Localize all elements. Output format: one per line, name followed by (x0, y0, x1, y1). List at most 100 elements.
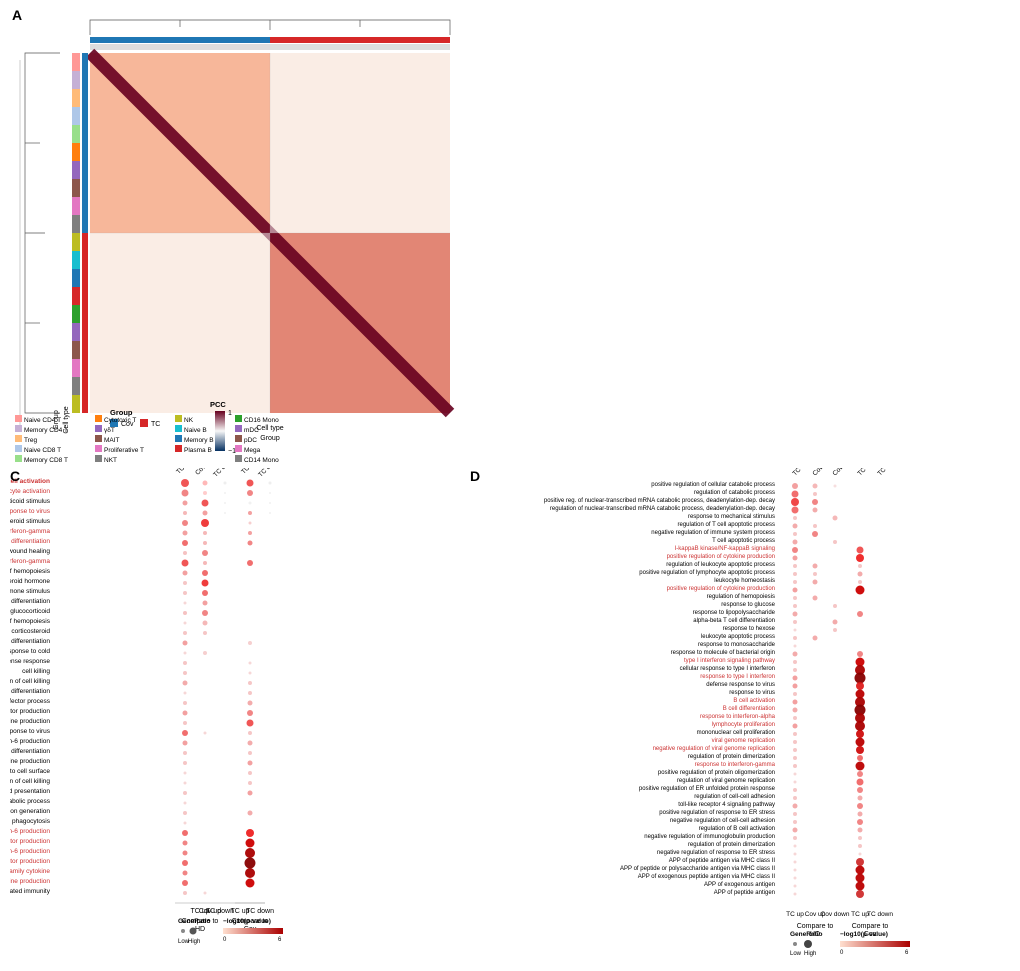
svg-text:response to hexose: response to hexose (723, 626, 776, 632)
svg-text:regulation of protein dimeriza: regulation of protein dimerization (688, 754, 775, 760)
svg-text:regulation of astrocyte differ: regulation of astrocyte differentiation (10, 688, 50, 695)
panel-a: A (10, 5, 470, 465)
svg-text:lymphocyte proliferation: lymphocyte proliferation (712, 722, 775, 728)
svg-text:response to type I interferon: response to type I interferon (700, 674, 775, 680)
svg-text:response to interferon-gamma: response to interferon-gamma (10, 558, 50, 565)
svg-text:regulation of protein dimeriza: regulation of protein dimerization (688, 842, 775, 848)
svg-text:regulation of hemopoiesis: regulation of hemopoiesis (10, 568, 51, 575)
svg-text:response to molecule of bacter: response to molecule of bacterial origin (671, 650, 775, 656)
svg-text:response to cold: response to cold (10, 648, 50, 655)
dotplot-c-xaxis: TC up Cov up TC down TC up TC down (175, 903, 274, 915)
svg-text:CD14 Mono: CD14 Mono (244, 457, 279, 464)
panel-c-label: C (10, 468, 20, 484)
svg-text:leukocyte apoptotic process: leukocyte apoptotic process (701, 634, 775, 640)
svg-text:mDC: mDC (244, 427, 259, 434)
svg-text:0: 0 (840, 950, 844, 956)
svg-text:Cytotoxic T: Cytotoxic T (104, 417, 136, 424)
svg-text:tumor necrosis factor producti: tumor necrosis factor production (10, 858, 50, 865)
dendrogram-left-lines (25, 53, 60, 413)
svg-text:TNF localization to cell surfa: TNF localization to cell surface (10, 768, 50, 775)
svg-text:γδT: γδT (104, 427, 115, 434)
svg-text:phagocytosis: phagocytosis (12, 818, 51, 825)
svg-text:negative regulation of viral g: negative regulation of viral genome repl… (653, 746, 775, 752)
svg-text:positive regulation of protein: positive regulation of protein oligomeri… (658, 770, 775, 776)
heatmap-svg: Cell type Group Cell type Group Group Co… (10, 5, 470, 465)
svg-text:TC down: TC down (867, 911, 893, 918)
svg-text:regulation of cell killing: regulation of cell killing (10, 778, 50, 785)
svg-text:positive regulation of ER unfo: positive regulation of ER unfolded prote… (639, 786, 776, 792)
svg-text:T cell apoptotic process: T cell apoptotic process (712, 538, 775, 544)
svg-text:GeneRatio: GeneRatio (178, 918, 211, 925)
svg-text:regulation of TNF superfamily: regulation of TNF superfamily cytokine (10, 868, 50, 875)
svg-text:regulation of nuclear-transcri: regulation of nuclear-transcribed mRNA c… (550, 506, 775, 512)
x-group-label: Group (260, 435, 280, 442)
svg-text:myeloid cell differentiation: myeloid cell differentiation (10, 598, 50, 605)
svg-text:response to steroid hormone: response to steroid hormone (10, 578, 50, 585)
left-group-bar (82, 53, 88, 413)
left-celltype-bar (72, 53, 80, 413)
svg-text:positive regulation of lymphoc: positive regulation of lymphocyte apopto… (639, 570, 775, 576)
svg-text:NKT: NKT (104, 457, 117, 464)
svg-text:positive regulation of myeloid: positive regulation of myeloid leukocyte… (10, 758, 50, 765)
svg-text:negative regulation of immunog: negative regulation of immunoglobulin pr… (644, 834, 775, 840)
svg-text:Naive B: Naive B (184, 427, 207, 434)
panel-d: D positive regulation of cellular catabo… (470, 468, 1018, 966)
svg-text:alpha-beta T cell differentiat: alpha-beta T cell differentiation (693, 618, 775, 624)
svg-text:−1: −1 (228, 448, 236, 455)
x-celltype-label: Cell type (256, 425, 283, 432)
svg-text:positive regulation of ROS met: positive regulation of ROS metabolic pro… (10, 798, 51, 805)
svg-text:type I interferon signaling pa: type I interferon signaling pathway (684, 658, 775, 664)
dotplot-d-legend: GeneRatio Low High −log10(p-value) 0 6 (790, 931, 910, 957)
svg-text:response to interferon-gamma: response to interferon-gamma (695, 762, 776, 768)
svg-text:toll-like receptor 4 signaling: toll-like receptor 4 signaling pathway (678, 802, 775, 808)
svg-text:Cov up: Cov up (194, 468, 214, 477)
svg-text:positive regulation of interle: positive regulation of interleukin-6 pro… (10, 738, 50, 745)
svg-text:response to interferon-alpha: response to interferon-alpha (700, 714, 776, 720)
svg-text:response to glucose: response to glucose (721, 602, 775, 608)
svg-text:response to mechanical stimulu: response to mechanical stimulus (688, 514, 775, 520)
svg-text:positive regulation of superox: positive regulation of superoxide anion … (10, 808, 50, 815)
svg-text:Group: Group (110, 408, 133, 417)
svg-text:CD8-positive, alpha-beta T cel: CD8-positive, alpha-beta T cell differen… (10, 638, 50, 645)
svg-text:response to virus: response to virus (10, 508, 51, 515)
svg-text:TC up: TC up (856, 468, 874, 477)
svg-text:regulation of viral genome rep: regulation of viral genome replication (677, 778, 775, 784)
svg-text:6: 6 (278, 937, 282, 943)
svg-text:regulation of tumor necrosis f: regulation of tumor necrosis factor prod… (10, 838, 50, 845)
svg-text:regulation of cell-cell adhesi: regulation of cell-cell adhesion (694, 794, 775, 800)
svg-text:pDC: pDC (244, 437, 257, 444)
svg-text:Mega: Mega (244, 447, 261, 454)
panel-d-label: D (470, 468, 480, 484)
svg-text:defense response to virus: defense response to virus (10, 728, 51, 735)
svg-text:TC down: TC down (257, 468, 281, 479)
svg-text:B cell differentiation: B cell differentiation (723, 706, 775, 712)
svg-text:TC up: TC up (240, 468, 258, 476)
svg-text:Cov down: Cov down (831, 468, 857, 477)
svg-text:APP of peptide antigen via MHC: APP of peptide antigen via MHC class II (669, 858, 776, 864)
panel-b: B T cells Cov logFC TC −log10 (p-value) … (510, 5, 1010, 495)
dotplot-d-dots: TC up Cov up Cov down TC up TC down (791, 468, 900, 898)
svg-text:Memory CD4 T: Memory CD4 T (24, 427, 68, 434)
svg-text:regulation of hemopoiesis: regulation of hemopoiesis (707, 594, 775, 600)
svg-text:High: High (188, 939, 200, 945)
svg-text:positive regulation of cytokin: positive regulation of cytokine producti… (667, 554, 775, 560)
svg-text:MAIT: MAIT (104, 437, 120, 444)
svg-text:response to corticosteroid: response to corticosteroid (10, 628, 50, 635)
svg-text:mononuclear cell proliferation: mononuclear cell proliferation (697, 730, 775, 736)
svg-text:positive regulation of TNF sup: positive regulation of TNF superfamily c… (10, 718, 50, 725)
svg-text:positive regulation of cellula: positive regulation of cellular cataboli… (651, 482, 775, 488)
svg-text:Naive CD4 T: Naive CD4 T (24, 417, 61, 424)
dotplot-d-labels: positive regulation of cellular cataboli… (544, 482, 776, 896)
group-colorbar-top (90, 37, 450, 43)
dotplot-d-xaxis: TC up Cov up Cov down TC up TC down (786, 911, 893, 918)
svg-text:Compare to: Compare to (852, 923, 889, 930)
svg-text:vascular wound healing: vascular wound healing (10, 548, 50, 555)
svg-text:response to monosaccharide: response to monosaccharide (698, 642, 776, 648)
svg-text:High: High (804, 951, 816, 957)
svg-text:APP of peptide or polysacchari: APP of peptide or polysaccharide antigen… (620, 866, 775, 872)
svg-text:cellular response to corticost: cellular response to corticosteroid stim… (10, 518, 51, 525)
svg-text:APP of peptide antigen: APP of peptide antigen (714, 890, 775, 896)
svg-text:regulation of interleukin-6 pr: regulation of interleukin-6 production (10, 828, 50, 835)
svg-text:tumor necrosis factor superfam: tumor necrosis factor superfamily cytoki… (10, 878, 50, 885)
svg-text:interleukin-6 production: interleukin-6 production (10, 848, 50, 855)
